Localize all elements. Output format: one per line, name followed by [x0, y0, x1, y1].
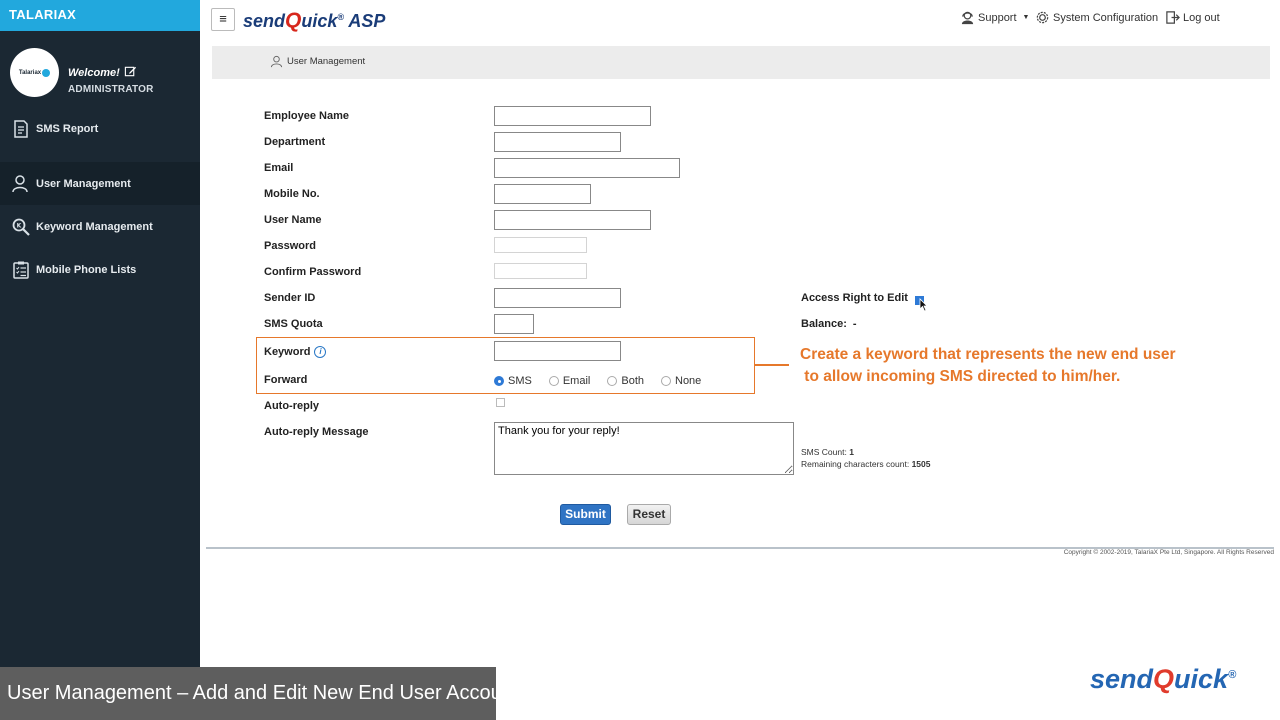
logout-link[interactable]: Log out [1165, 10, 1220, 25]
mobile-no-label: Mobile No. [264, 188, 320, 200]
reset-button[interactable]: Reset [627, 504, 671, 525]
mobile-no-input[interactable] [494, 184, 591, 204]
brand-bar: TALARIAX [0, 0, 200, 31]
email-label: Email [264, 162, 294, 174]
sidebar-item-user-management[interactable]: User Management [0, 162, 200, 205]
email-input[interactable] [494, 158, 680, 178]
auto-reply-message-textarea[interactable]: Thank you for your reply! [494, 422, 794, 475]
balance-row: Balance: - [801, 318, 857, 330]
department-input[interactable] [494, 132, 621, 152]
keyword-search-icon: K [12, 218, 30, 236]
caption-logo-send: send [1090, 664, 1154, 694]
remaining-count-row: Remaining characters count: 1505 [801, 459, 931, 469]
breadcrumb-label: User Management [287, 56, 366, 67]
profile-section: Talariax Welcome! ADMINISTRATOR [0, 31, 200, 106]
breadcrumb: User Management [270, 55, 365, 68]
chevron-down-icon: ▼ [1022, 14, 1030, 21]
gear-icon [1036, 11, 1049, 24]
copyright-text: Copyright © 2002-2019, TalariaX Pte Ltd,… [1063, 549, 1274, 556]
caption-title: User Management – Add and Edit New End U… [0, 667, 518, 720]
user-icon [270, 55, 283, 68]
logout-label: Log out [1183, 11, 1220, 24]
welcome-text: Welcome! [68, 67, 120, 79]
avatar-logo-text: Talariax [18, 69, 42, 76]
sms-count-row: SMS Count: 1 [801, 447, 854, 457]
callout-connector [755, 364, 789, 366]
sidebar-item-label: SMS Report [36, 122, 99, 135]
menu-toggle-button[interactable]: ≡ [211, 8, 235, 31]
app-root: TALARIAX Talariax Welcome! ADMINISTRATOR… [0, 0, 1280, 720]
caption-logo: sendQuick® [1090, 664, 1236, 695]
sidebar-item-label: User Management [36, 177, 131, 190]
caption-logo-uick: uick [1174, 664, 1229, 694]
password-input[interactable] [494, 237, 587, 253]
user-role: ADMINISTRATOR [68, 84, 154, 95]
caption-logo-registered-mark: ® [1228, 669, 1237, 681]
sms-quota-input[interactable] [494, 314, 534, 334]
sidebar-item-sms-report[interactable]: SMS Report [0, 107, 200, 150]
sidebar-item-mobile-phone-lists[interactable]: Mobile Phone Lists [0, 248, 200, 291]
keyword-highlight-box [256, 337, 755, 394]
mouse-cursor-icon [919, 298, 928, 312]
logo-text-q: Q [285, 9, 302, 32]
report-icon [14, 119, 28, 138]
user-name-input[interactable] [494, 210, 651, 230]
avatar: Talariax [10, 48, 59, 97]
support-label: Support [978, 11, 1017, 24]
breadcrumb-bar: User Management [212, 46, 1270, 79]
confirm-password-label: Confirm Password [264, 266, 362, 278]
sidebar: TALARIAX Talariax Welcome! ADMINISTRATOR… [0, 0, 200, 720]
app-logo: sendQuick® ASP [243, 9, 385, 33]
submit-button[interactable]: Submit [560, 504, 611, 525]
sender-id-input[interactable] [494, 288, 621, 308]
svg-text:K: K [17, 222, 22, 229]
sender-id-label: Sender ID [264, 292, 316, 304]
logout-icon [1166, 11, 1180, 24]
system-configuration-label: System Configuration [1053, 11, 1159, 24]
caption-logo-q: Q [1153, 664, 1175, 694]
balance-value: - [852, 318, 857, 330]
employee-name-label: Employee Name [264, 110, 349, 122]
department-label: Department [264, 136, 326, 148]
user-name-label: User Name [264, 214, 322, 226]
password-label: Password [264, 240, 316, 252]
access-right-label: Access Right to Edit [801, 292, 908, 304]
sidebar-item-keyword-management[interactable]: K Keyword Management [0, 205, 200, 248]
user-icon [12, 174, 28, 192]
checklist-icon [13, 261, 29, 279]
support-menu[interactable]: Support ▼ [960, 10, 1029, 25]
support-agent-icon [961, 11, 974, 25]
logo-text-uick: uick [301, 11, 338, 31]
auto-reply-label: Auto-reply [264, 400, 319, 412]
callout-text: Create a keyword that represents the new… [800, 346, 1176, 385]
employee-name-input[interactable] [494, 106, 651, 126]
system-configuration-link[interactable]: System Configuration [1035, 10, 1158, 25]
auto-reply-message-label: Auto-reply Message [264, 426, 369, 438]
remaining-count-label: Remaining characters count: [801, 459, 910, 469]
remaining-count-value: 1505 [911, 459, 931, 469]
sms-quota-label: SMS Quota [264, 318, 323, 330]
auto-reply-checkbox[interactable] [496, 398, 505, 407]
edit-profile-icon[interactable] [124, 65, 137, 78]
sidebar-item-label: Mobile Phone Lists [36, 263, 137, 276]
confirm-password-input[interactable] [494, 263, 587, 279]
logo-text-asp: ASP [344, 11, 386, 31]
sidebar-item-label: Keyword Management [36, 220, 153, 233]
sms-count-label: SMS Count: [801, 447, 847, 457]
logo-text-send: send [243, 11, 286, 31]
avatar-logo-mark-icon [42, 68, 51, 77]
sms-count-value: 1 [849, 447, 854, 457]
balance-label: Balance: [801, 318, 847, 330]
